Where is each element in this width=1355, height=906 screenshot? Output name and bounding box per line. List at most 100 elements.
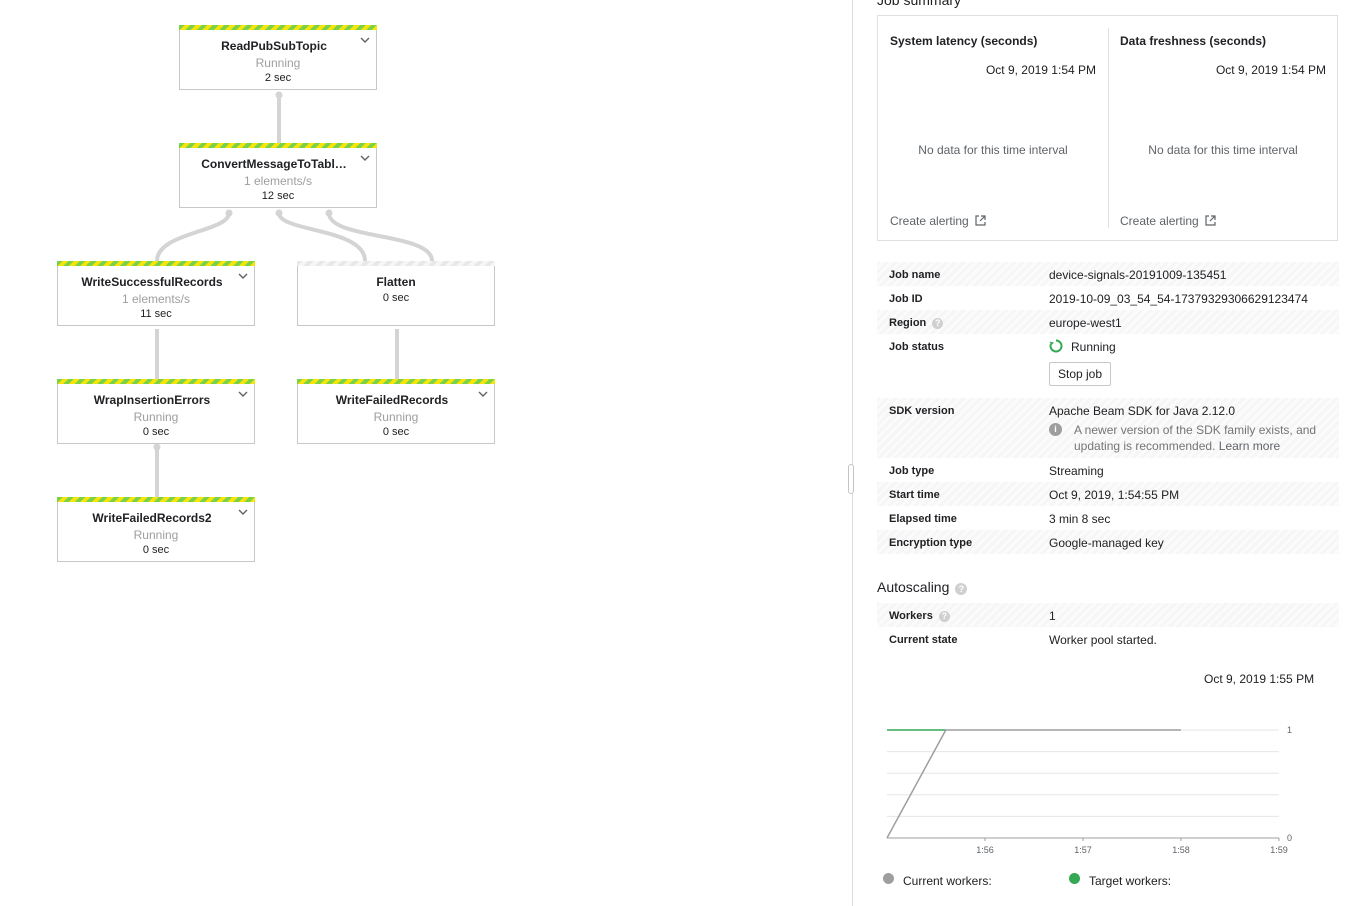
series-line-current-workers [886,729,1181,839]
step-status: 1 elements/s [243,174,313,188]
step-name: WrapInsertionErrors [93,393,211,407]
step-time: 0 sec [142,544,170,556]
step-progress-stripe [57,379,255,384]
create-alerting-link[interactable]: Create alerting [890,214,986,228]
external-link-icon [1205,215,1216,226]
help-icon[interactable]: ? [932,318,944,329]
learn-more-link[interactable]: Learn more [1219,439,1280,453]
chevron-down-icon[interactable] [238,389,248,399]
encryption-type-row: Encryption type Google-managed key [877,530,1339,554]
create-alerting-label[interactable]: Create alerting [890,214,969,228]
step-name: WriteFailedRecords2 [92,511,212,525]
external-link-icon [975,215,986,226]
chevron-down-icon[interactable] [360,153,370,163]
workers-value: 1 [1049,609,1056,623]
sdk-note-text: A newer version of the SDK family exists… [1049,422,1329,454]
job-id-row: Job ID 2019-10-09_03_54_54-1737932930662… [877,286,1339,310]
autoscaling-title: Autoscaling? [877,579,968,595]
step-time: 2 sec [264,72,292,84]
running-status-icon [1049,339,1063,353]
autoscaling-title-text: Autoscaling [877,579,950,595]
step-time: 12 sec [261,190,295,202]
legend-target-label: Target workers: [1089,874,1172,888]
start-time-row: Start time Oct 9, 2019, 1:54:55 PM [877,482,1339,506]
chevron-down-icon[interactable] [360,35,370,45]
elapsed-time-label: Elapsed time [889,513,957,525]
step-node-writefailedrecords[interactable]: WriteFailedRecords Running 0 sec [297,379,495,444]
step-progress-stripe [297,261,495,266]
job-info-panel: Job summary System latency (seconds) Oct… [853,0,1355,906]
metric-date: Oct 9, 2019 1:54 PM [985,63,1096,77]
job-name-value: device-signals-20191009-135451 [1049,268,1227,282]
autoscaling-chart: 0 1 1:56 1:57 1:58 1:59 [886,725,1292,855]
current-state-row: Current state Worker pool started. [877,627,1339,651]
region-row: Region? europe-west1 [877,310,1339,334]
job-name-row: Job name device-signals-20191009-135451 [877,262,1339,286]
current-workers-dot [883,873,894,884]
create-alerting-link[interactable]: Create alerting [1120,214,1216,228]
step-name: WriteSuccessfulRecords [81,275,223,289]
step-node-convertmessagetotable[interactable]: ConvertMessageToTabl… 1 elements/s 12 se… [179,143,377,208]
job-summary-title: Job summary [877,0,962,8]
step-node-writesuccessfulrecords[interactable]: WriteSuccessfulRecords 1 elements/s 11 s… [57,261,255,326]
step-name: ReadPubSubTopic [221,39,327,53]
step-progress-stripe [57,261,255,266]
encryption-type-label: Encryption type [889,537,973,549]
region-label-wrap: Region? [889,317,944,329]
job-summary-card: System latency (seconds) Oct 9, 2019 1:5… [877,15,1338,241]
sdk-version-value: Apache Beam SDK for Java 2.12.0 [1049,404,1236,418]
chevron-down-icon[interactable] [238,507,248,517]
sdk-version-label: SDK version [889,405,955,417]
metric-title: Data freshness (seconds) [1120,34,1267,48]
help-icon[interactable]: ? [938,611,950,622]
metric-empty-message: No data for this time interval [918,143,1068,157]
step-name: WriteFailedRecords [335,393,449,407]
current-state-value: Worker pool started. [1049,633,1157,647]
job-status-label: Job status [889,341,945,353]
x-tick-label: 1:56 [976,845,994,855]
elapsed-time-row: Elapsed time 3 min 8 sec [877,506,1339,530]
chevron-down-icon[interactable] [238,271,248,281]
encryption-type-value: Google-managed key [1049,536,1164,550]
step-time: 0 sec [142,426,170,438]
start-time-value: Oct 9, 2019, 1:54:55 PM [1049,488,1180,502]
help-icon[interactable]: ? [955,583,968,595]
chevron-down-icon[interactable] [478,389,488,399]
job-status-value: Running [1071,340,1116,354]
edge-convert-writesuccess [155,212,231,262]
step-time: 0 sec [382,292,410,304]
step-progress-stripe [179,25,377,30]
graph-edges [153,91,434,497]
elapsed-time-value: 3 min 8 sec [1049,512,1111,526]
step-status: Running [373,410,419,424]
step-node-writefailedrecords2[interactable]: WriteFailedRecords2 Running 0 sec [57,497,255,562]
step-node-readpubsubtopic[interactable]: ReadPubSubTopic Running 2 sec [179,25,377,90]
current-state-label: Current state [889,634,958,646]
workers-label: Workers [889,610,933,622]
create-alerting-label[interactable]: Create alerting [1120,214,1199,228]
info-icon: i [1049,423,1062,436]
region-label: Region [889,317,927,329]
region-value: europe-west1 [1049,316,1122,330]
workers-label-wrap: Workers? [889,610,950,622]
system-latency-metric: System latency (seconds) Oct 9, 2019 1:5… [878,16,1108,240]
step-node-wrapinsertionerrors[interactable]: WrapInsertionErrors Running 0 sec [57,379,255,444]
job-type-label: Job type [889,465,935,477]
y-tick-label: 0 [1287,833,1292,843]
chart-date: Oct 9, 2019 1:55 PM [1204,672,1315,686]
step-status: 1 elements/s [121,292,191,306]
metric-title: System latency (seconds) [890,34,1038,48]
step-time: 0 sec [382,426,410,438]
step-node-flatten[interactable]: Flatten 0 sec [297,261,495,326]
x-tick-label: 1:57 [1074,845,1092,855]
step-time: 11 sec [140,308,172,320]
stop-job-button[interactable]: Stop job [1049,362,1112,386]
pipeline-graph: ReadPubSubTopic Running 2 sec ConvertMes… [0,0,850,906]
legend-current-label: Current workers: [903,874,992,888]
step-status: Running [133,528,179,542]
x-tick-label: 1:58 [1172,845,1190,855]
job-id-value: 2019-10-09_03_54_54-17379329306629123474 [1049,292,1308,306]
step-progress-stripe [297,379,495,384]
start-time-label: Start time [889,489,940,501]
job-type-row: Job type Streaming [877,458,1339,482]
